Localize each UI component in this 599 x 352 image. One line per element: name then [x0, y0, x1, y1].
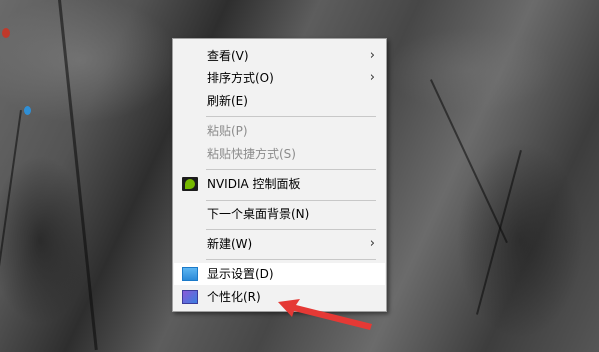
- arrow-icon: [278, 299, 372, 330]
- annotation-arrow: [278, 299, 372, 330]
